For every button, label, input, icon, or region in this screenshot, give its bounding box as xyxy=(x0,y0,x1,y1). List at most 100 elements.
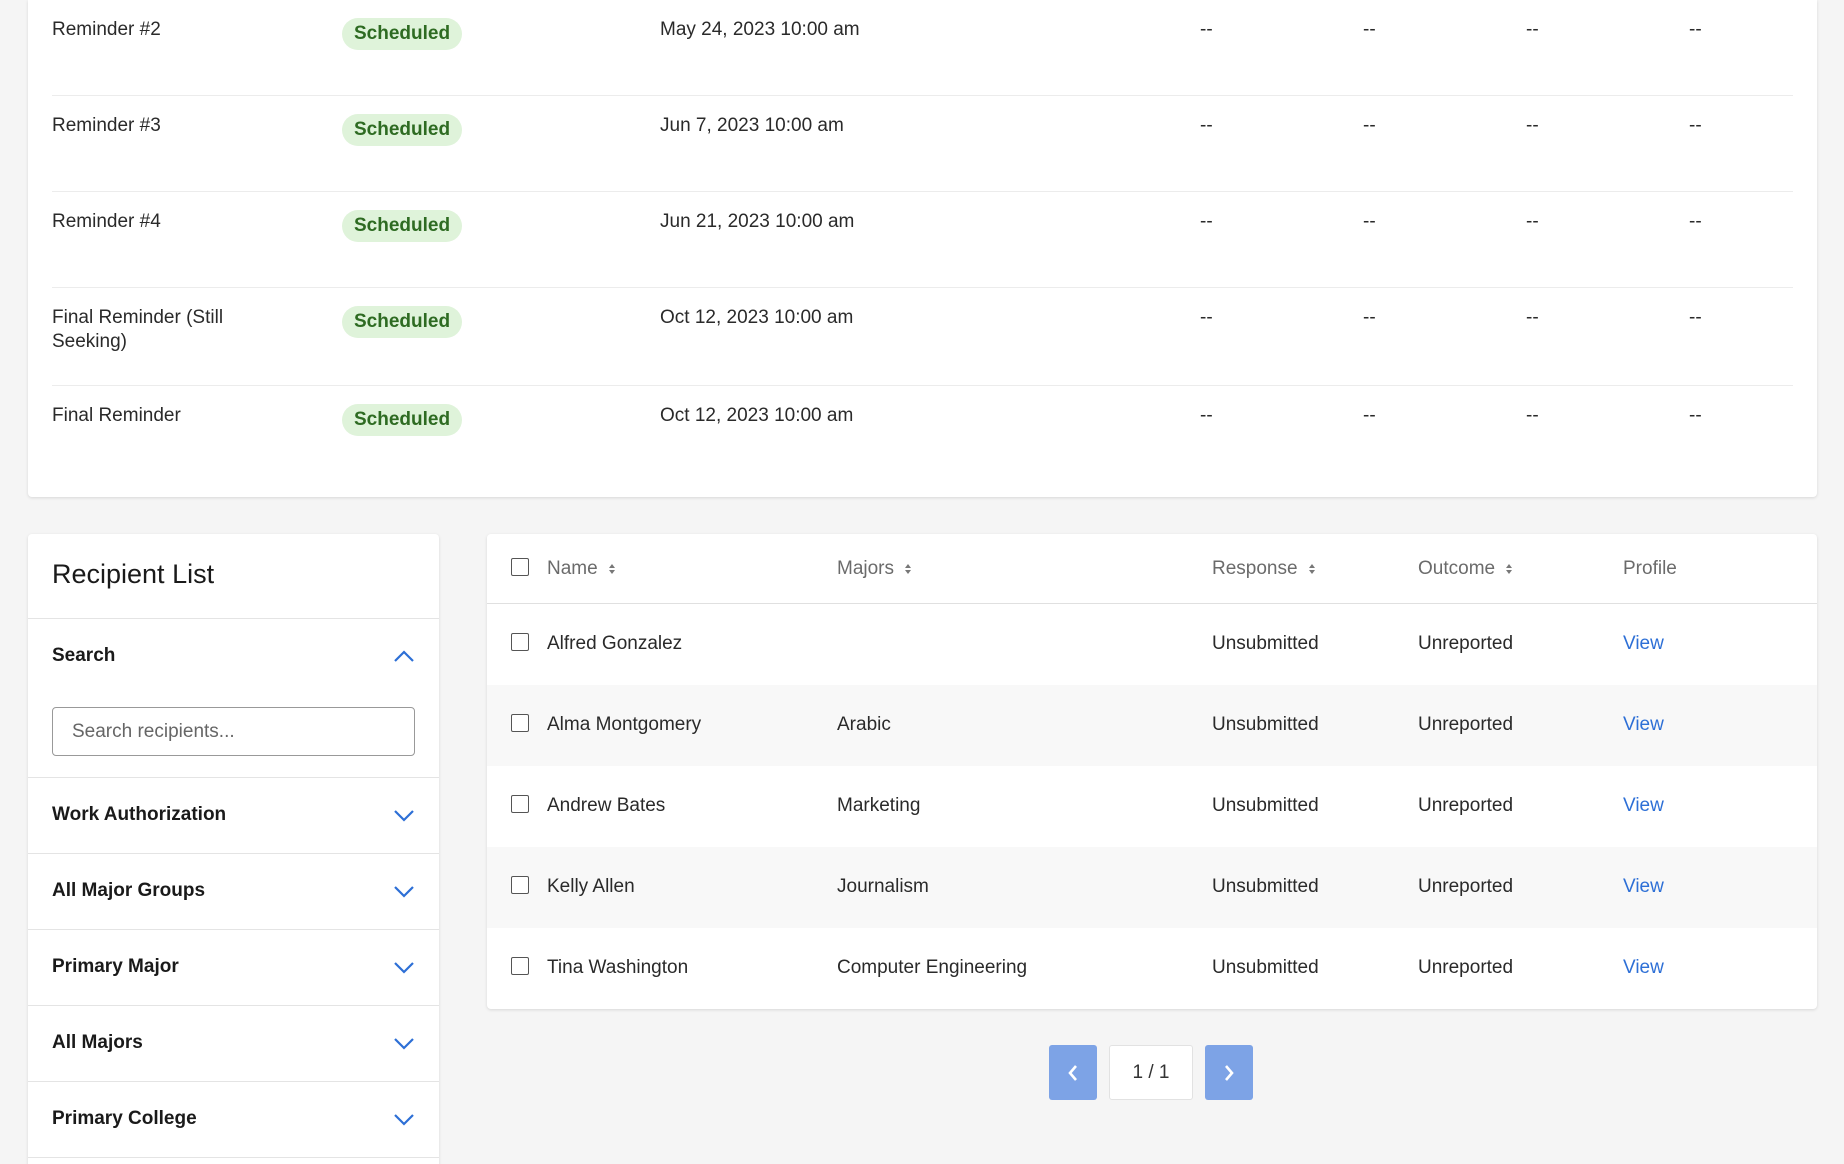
previous-page-button[interactable] xyxy=(1049,1045,1097,1100)
cell-major: Marketing xyxy=(837,795,921,816)
column-header-name[interactable]: Name xyxy=(547,557,616,581)
reminder-date: Jun 21, 2023 10:00 am xyxy=(660,211,855,232)
table-row: Alfred Gonzalez Unsubmitted Unreported V… xyxy=(487,604,1817,685)
filter-toggle-all-major-groups[interactable]: All Major Groups xyxy=(52,854,415,928)
filter-toggle-search[interactable]: Search xyxy=(52,619,415,693)
status-badge: Scheduled xyxy=(342,210,463,242)
view-profile-link[interactable]: View xyxy=(1623,875,1664,899)
reminder-stat: -- xyxy=(1689,19,1702,40)
panel-title: Recipient List xyxy=(28,534,439,619)
column-header-profile: Profile xyxy=(1623,557,1677,581)
chevron-left-icon xyxy=(1068,1064,1077,1081)
cell-name: Andrew Bates xyxy=(547,795,666,816)
chevron-down-icon xyxy=(394,1038,414,1050)
column-header-outcome[interactable]: Outcome xyxy=(1418,557,1513,581)
reminder-row: Final Reminder (Still Seeking) Scheduled… xyxy=(52,288,1793,386)
cell-major: Journalism xyxy=(837,876,929,897)
cell-outcome: Unreported xyxy=(1418,876,1514,897)
reminder-stat: -- xyxy=(1363,115,1376,136)
cell-major: Arabic xyxy=(837,714,891,735)
reminder-stat: -- xyxy=(1200,405,1213,426)
filter-section-primary-major: Primary Major xyxy=(28,930,439,1006)
status-badge: Scheduled xyxy=(342,404,463,436)
reminder-stat: -- xyxy=(1526,405,1539,426)
row-checkbox[interactable] xyxy=(511,957,529,975)
recipient-filter-panel: Recipient List Search Work Authorization… xyxy=(28,534,439,1164)
cell-name: Kelly Allen xyxy=(547,876,635,897)
reminder-name: Reminder #3 xyxy=(52,115,161,136)
sort-icon xyxy=(608,563,616,575)
view-profile-link[interactable]: View xyxy=(1623,713,1664,737)
sort-icon xyxy=(1308,563,1316,575)
sort-icon xyxy=(1505,563,1513,575)
reminder-name: Reminder #4 xyxy=(52,211,161,232)
cell-outcome: Unreported xyxy=(1418,957,1514,978)
reminder-stat: -- xyxy=(1363,307,1376,328)
reminder-stat: -- xyxy=(1363,405,1376,426)
table-row: Alma Montgomery Arabic Unsubmitted Unrep… xyxy=(487,685,1817,766)
filter-section-primary-college: Primary College xyxy=(28,1082,439,1158)
filter-label: Primary College xyxy=(52,1108,197,1129)
filter-section-all-majors: All Majors xyxy=(28,1006,439,1082)
reminder-stat: -- xyxy=(1689,307,1702,328)
cell-response: Unsubmitted xyxy=(1212,876,1319,897)
reminder-date: Jun 7, 2023 10:00 am xyxy=(660,115,844,136)
chevron-up-icon xyxy=(394,650,414,662)
cell-outcome: Unreported xyxy=(1418,714,1514,735)
row-checkbox[interactable] xyxy=(511,714,529,732)
reminder-stat: -- xyxy=(1526,19,1539,40)
filter-section-all-major-groups: All Major Groups xyxy=(28,854,439,930)
reminder-stat: -- xyxy=(1526,307,1539,328)
row-checkbox[interactable] xyxy=(511,795,529,813)
chevron-down-icon xyxy=(394,886,414,898)
row-checkbox[interactable] xyxy=(511,876,529,894)
reminder-stat: -- xyxy=(1689,211,1702,232)
filter-section-work-authorization: Work Authorization xyxy=(28,778,439,854)
reminder-date: Oct 12, 2023 10:00 am xyxy=(660,307,854,328)
status-badge: Scheduled xyxy=(342,114,463,146)
cell-response: Unsubmitted xyxy=(1212,795,1319,816)
reminder-row: Reminder #4 Scheduled Jun 21, 2023 10:00… xyxy=(52,192,1793,288)
select-all-checkbox[interactable] xyxy=(511,558,529,576)
view-profile-link[interactable]: View xyxy=(1623,632,1664,656)
search-input[interactable] xyxy=(52,707,415,756)
reminder-row: Final Reminder Scheduled Oct 12, 2023 10… xyxy=(52,386,1793,482)
reminder-name: Reminder #2 xyxy=(52,19,161,40)
sort-icon xyxy=(904,563,912,575)
cell-response: Unsubmitted xyxy=(1212,714,1319,735)
reminder-stat: -- xyxy=(1526,211,1539,232)
table-row: Tina Washington Computer Engineering Uns… xyxy=(487,928,1817,1009)
recipients-table: Name Majors Response Outcome Profile Alf… xyxy=(487,534,1817,1009)
row-checkbox[interactable] xyxy=(511,633,529,651)
next-page-button[interactable] xyxy=(1205,1045,1253,1100)
page-indicator: 1 / 1 xyxy=(1109,1045,1193,1100)
reminder-stat: -- xyxy=(1689,115,1702,136)
cell-outcome: Unreported xyxy=(1418,633,1514,654)
view-profile-link[interactable]: View xyxy=(1623,794,1664,818)
filter-label: All Major Groups xyxy=(52,880,206,901)
column-label: Outcome xyxy=(1418,558,1496,579)
reminder-name: Final Reminder xyxy=(52,405,181,426)
view-profile-link[interactable]: View xyxy=(1623,956,1664,980)
status-badge: Scheduled xyxy=(342,306,463,338)
cell-name: Alma Montgomery xyxy=(547,714,702,735)
cell-name: Tina Washington xyxy=(547,957,689,978)
reminder-stat: -- xyxy=(1200,19,1213,40)
column-header-response[interactable]: Response xyxy=(1212,557,1316,581)
reminder-stat: -- xyxy=(1526,115,1539,136)
column-label: Profile xyxy=(1623,558,1677,579)
filter-toggle-primary-major[interactable]: Primary Major xyxy=(52,930,415,1004)
column-header-majors[interactable]: Majors xyxy=(837,557,912,581)
column-label: Name xyxy=(547,558,598,579)
filter-section-search: Search xyxy=(28,619,439,778)
cell-name: Alfred Gonzalez xyxy=(547,633,683,654)
filter-toggle-primary-college[interactable]: Primary College xyxy=(52,1082,415,1156)
filter-label: Primary Major xyxy=(52,956,179,977)
chevron-down-icon xyxy=(394,1114,414,1126)
filter-toggle-work-authorization[interactable]: Work Authorization xyxy=(52,778,415,852)
reminder-row: Reminder #3 Scheduled Jun 7, 2023 10:00 … xyxy=(52,96,1793,192)
reminders-card: Reminder #2 Scheduled May 24, 2023 10:00… xyxy=(28,0,1817,497)
cell-response: Unsubmitted xyxy=(1212,633,1319,654)
table-row: Kelly Allen Journalism Unsubmitted Unrep… xyxy=(487,847,1817,928)
filter-toggle-all-majors[interactable]: All Majors xyxy=(52,1006,415,1080)
